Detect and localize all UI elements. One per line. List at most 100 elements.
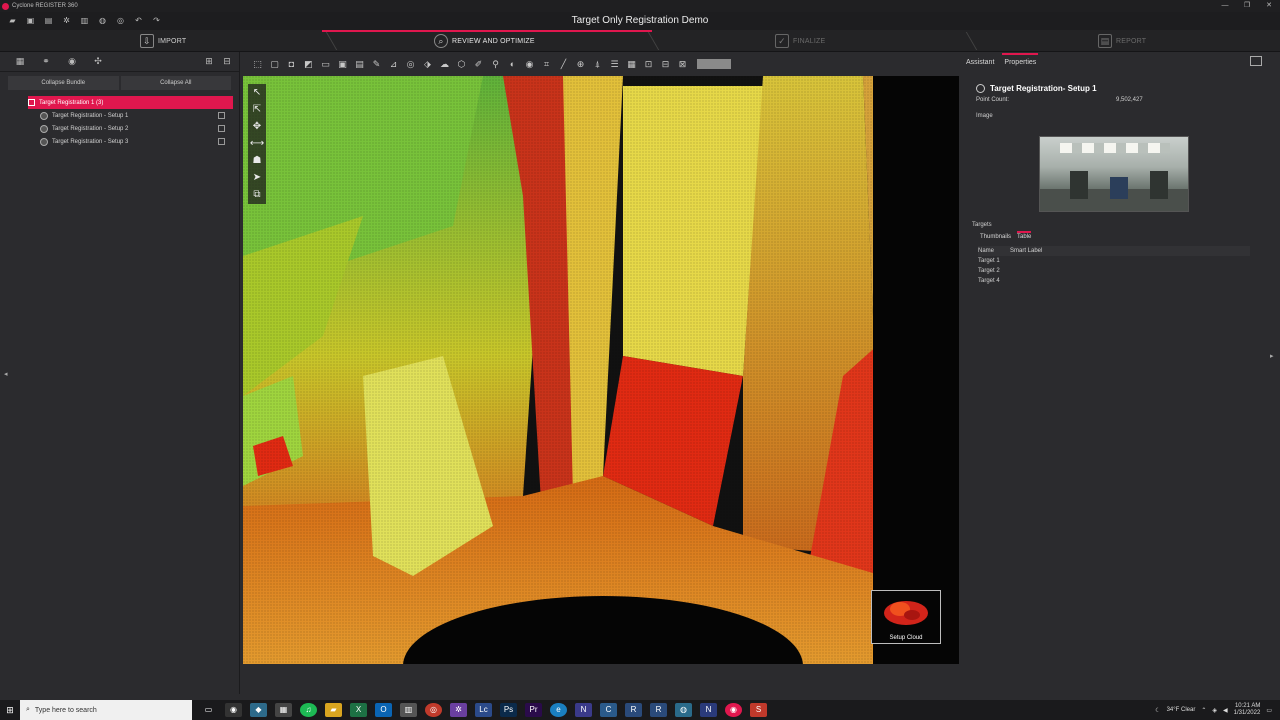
sort-icon[interactable]: ⊟ — [221, 56, 233, 67]
camera-icon[interactable]: ◘ — [285, 58, 298, 71]
setup-image-thumbnail[interactable] — [1039, 136, 1189, 212]
app-icon[interactable]: ▥ — [400, 703, 417, 717]
measure-icon[interactable]: ✎ — [370, 58, 383, 71]
crop-icon[interactable]: ⌗ — [540, 58, 553, 71]
tree-bundle-row[interactable]: Target Registration 1 (3) — [28, 96, 233, 109]
box-icon[interactable]: ▭ — [319, 58, 332, 71]
notifications-icon[interactable]: ▭ — [1266, 707, 1272, 714]
tab-thumbnails[interactable]: Thumbnails — [980, 234, 1011, 240]
table-row[interactable]: Target 4 — [978, 276, 1250, 286]
workflow-step-review[interactable]: ⌕ REVIEW AND OPTIMIZE — [434, 30, 535, 52]
volume-icon[interactable]: ◀ — [1223, 707, 1228, 714]
app-icon[interactable]: R — [650, 703, 667, 717]
clock[interactable]: 10:21 AM 1/31/2022 — [1234, 703, 1261, 717]
outlook-icon[interactable]: O — [375, 703, 392, 717]
workflow-step-import[interactable]: ⇩ IMPORT — [140, 30, 186, 52]
tab-table[interactable]: Table — [1017, 231, 1032, 240]
tree-setup-row[interactable]: Target Registration - Setup 3 — [0, 135, 239, 148]
minimize-button[interactable]: — — [1214, 0, 1236, 12]
ruler-icon[interactable]: ⊿ — [387, 58, 400, 71]
tab-assistant[interactable]: Assistant — [964, 59, 996, 66]
table-row[interactable]: Target 2 — [978, 266, 1250, 276]
targets-tab-icon[interactable]: ◉ — [66, 56, 78, 67]
close-button[interactable]: ✕ — [1258, 0, 1280, 12]
collapse-left-panel-icon[interactable]: ◂ — [4, 370, 8, 378]
tree-setup-row[interactable]: Target Registration - Setup 2 — [0, 122, 239, 135]
tripod-icon[interactable]: ⍋ — [591, 58, 604, 71]
app-icon[interactable]: ✲ — [450, 703, 467, 717]
tray-chevron-icon[interactable]: ⌃ — [1201, 707, 1206, 714]
pin-icon[interactable]: ⚲ — [489, 58, 502, 71]
globe-icon[interactable]: ◐ — [506, 58, 519, 71]
pick-tool-icon[interactable]: ⇱ — [248, 103, 266, 117]
task-view-icon[interactable]: ▭ — [200, 703, 217, 717]
setup-action-icon[interactable] — [218, 125, 225, 132]
filter-view-icon[interactable]: ⊟ — [659, 58, 672, 71]
app-icon[interactable]: S — [750, 703, 767, 717]
network-icon[interactable]: ◈ — [1212, 707, 1217, 714]
excel-icon[interactable]: X — [350, 703, 367, 717]
navigate-tool-icon[interactable]: ➤ — [248, 171, 266, 185]
workflow-step-report[interactable]: ▤ REPORT — [1098, 30, 1146, 52]
tab-properties[interactable]: Properties — [1002, 52, 1039, 66]
filter-icon[interactable]: ⊞ — [203, 56, 215, 67]
app-icon[interactable]: ▦ — [275, 703, 292, 717]
lock-icon[interactable]: ⊠ — [676, 58, 689, 71]
select-tool-icon[interactable]: ⬚ — [251, 58, 264, 71]
setup-action-icon[interactable] — [218, 112, 225, 119]
setup-action-icon[interactable] — [218, 138, 225, 145]
photoshop-icon[interactable]: Ps — [500, 703, 517, 717]
pen-icon[interactable]: ✐ — [472, 58, 485, 71]
point-size-slider[interactable] — [697, 59, 731, 69]
app-icon[interactable]: C — [600, 703, 617, 717]
cyclone-app-icon[interactable]: ◉ — [725, 703, 742, 717]
pan-tool-icon[interactable]: ✥ — [248, 120, 266, 134]
edge-icon[interactable]: e — [550, 703, 567, 717]
spotify-icon[interactable]: ♫ — [300, 703, 317, 717]
frame-icon[interactable]: ⊡ — [642, 58, 655, 71]
edit-icon[interactable]: ◩ — [302, 58, 315, 71]
app-icon[interactable]: N — [700, 703, 717, 717]
line-icon[interactable]: ╱ — [557, 58, 570, 71]
cube-icon[interactable]: ⬡ — [455, 58, 468, 71]
app-icon[interactable]: Lc — [475, 703, 492, 717]
explorer-icon[interactable]: ▰ — [325, 703, 342, 717]
cloud-icon[interactable]: ☁ — [438, 58, 451, 71]
table-row[interactable]: Target 1 — [978, 256, 1250, 266]
app-icon[interactable]: N — [575, 703, 592, 717]
pointer-tool-icon[interactable]: ↖ — [248, 86, 266, 100]
merge-icon[interactable]: ⊕ — [574, 58, 587, 71]
distance-tool-icon[interactable]: ⟷ — [248, 137, 266, 151]
taskbar-search-input[interactable]: ⌕ Type here to search — [20, 700, 192, 720]
view-icon[interactable]: ▦ — [625, 58, 638, 71]
app-icon[interactable]: ◍ — [675, 703, 692, 717]
collapse-right-panel-icon[interactable]: ▸ — [1270, 352, 1274, 360]
chrome-icon[interactable]: ◎ — [425, 703, 442, 717]
tag-icon[interactable]: ⬗ — [421, 58, 434, 71]
cube-view-icon[interactable]: ⧉ — [248, 188, 266, 202]
locate-icon[interactable]: ◉ — [523, 58, 536, 71]
links-tab-icon[interactable]: ⚭ — [40, 56, 52, 67]
collapse-all-button[interactable]: Collapse All — [120, 76, 231, 90]
3d-viewport[interactable] — [243, 76, 959, 664]
app-icon[interactable]: R — [625, 703, 642, 717]
walk-tool-icon[interactable]: ☗ — [248, 154, 266, 168]
image-icon[interactable]: ▣ — [336, 58, 349, 71]
fence-tool-icon[interactable]: ▢ — [268, 58, 281, 71]
maximize-button[interactable]: ❐ — [1236, 0, 1258, 12]
target-icon[interactable]: ◎ — [404, 58, 417, 71]
start-button[interactable]: ⊞ — [0, 705, 20, 716]
layers-icon[interactable]: ☰ — [608, 58, 621, 71]
panel-layout-icon[interactable] — [1250, 56, 1262, 66]
tree-setup-row[interactable]: Target Registration - Setup 1 — [0, 109, 239, 122]
column-header-name[interactable]: Name — [978, 246, 1010, 256]
app-icon[interactable]: ◆ — [250, 703, 267, 717]
workflow-step-finalize[interactable]: ✓ FINALIZE — [775, 30, 825, 52]
app-icon[interactable]: ◉ — [225, 703, 242, 717]
tools-tab-icon[interactable]: ✣ — [92, 56, 104, 67]
column-header-smart-label[interactable]: Smart Label — [1010, 246, 1250, 256]
collapse-bundle-button[interactable]: Collapse Bundle — [8, 76, 119, 90]
premiere-icon[interactable]: Pr — [525, 703, 542, 717]
panorama-icon[interactable]: ▤ — [353, 58, 366, 71]
weather-text[interactable]: 34°F Clear — [1167, 707, 1196, 713]
